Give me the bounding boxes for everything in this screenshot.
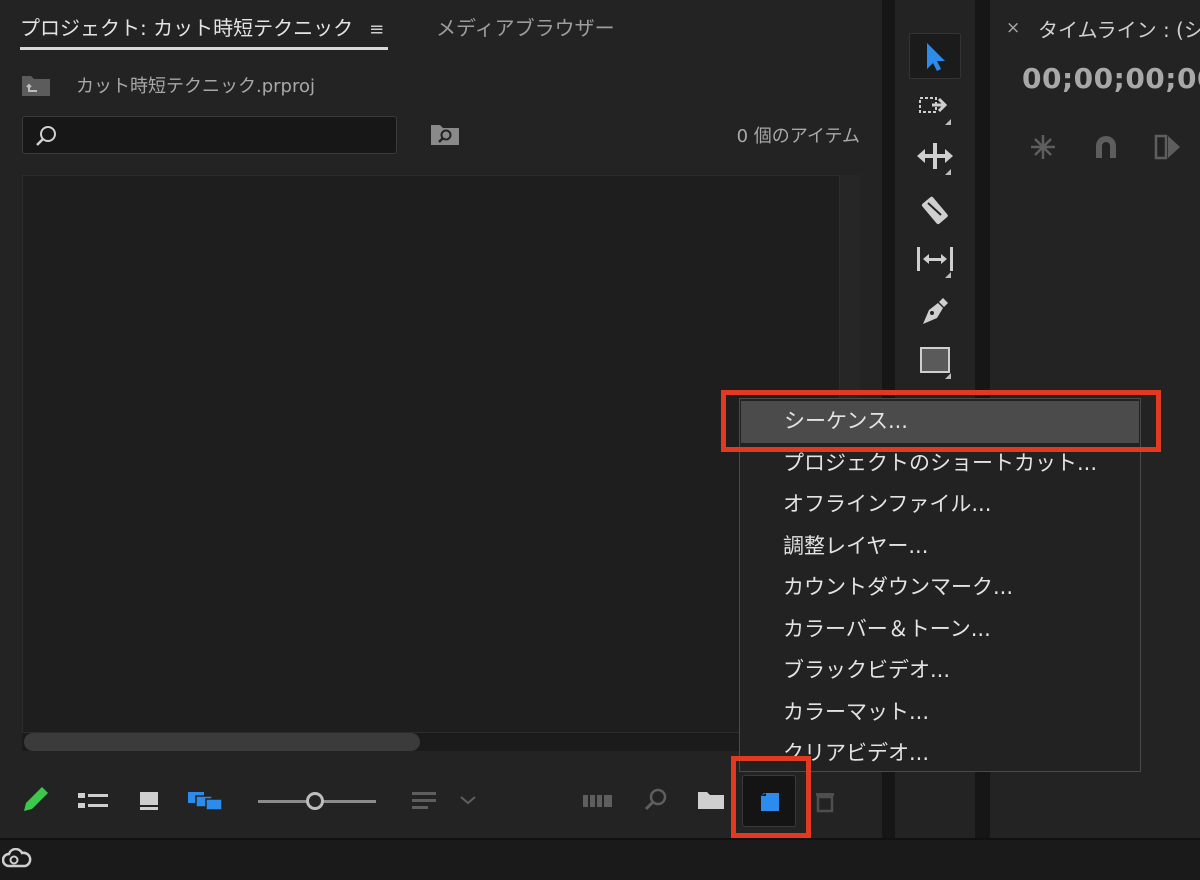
arrow-icon — [927, 43, 945, 71]
sort-icon[interactable] — [410, 784, 440, 816]
trash-icon[interactable] — [812, 784, 838, 816]
menu-item-black-video[interactable]: ブラックビデオ... — [740, 650, 1140, 692]
tab-project[interactable]: プロジェクト: カット時短テクニック ≡ — [20, 14, 389, 50]
horizontal-scrollbar[interactable] — [22, 733, 840, 751]
list-view-icon[interactable] — [76, 784, 110, 816]
icon-view-icon[interactable] — [136, 784, 164, 816]
freeform-view-icon[interactable] — [186, 784, 226, 816]
ripple-edit-tool[interactable] — [909, 133, 961, 179]
zoom-slider-handle[interactable] — [306, 792, 324, 810]
tool-more-indicator — [945, 373, 951, 379]
menu-item-adjustment-layer[interactable]: 調整レイヤー... — [740, 526, 1140, 568]
panel-menu-icon[interactable]: ≡ — [369, 16, 384, 44]
menu-item-offline-file[interactable]: オフラインファイル... — [740, 484, 1140, 526]
rectangle-icon — [920, 347, 950, 373]
bin-content-area[interactable] — [22, 175, 840, 733]
pen-tool[interactable] — [909, 288, 961, 334]
project-file-icon — [22, 76, 50, 96]
timeline-title[interactable]: タイムライン : (シ — [1038, 14, 1200, 43]
project-file-name: カット時短テクニック.prproj — [76, 76, 315, 97]
tab-media-browser[interactable]: メディアブラウザー — [436, 14, 615, 50]
annotation-highlight-sequence — [721, 390, 1161, 452]
find-icon[interactable] — [642, 784, 670, 816]
find-in-bin-icon[interactable] — [430, 122, 460, 146]
pen-icon — [923, 298, 948, 324]
menu-item-countdown-leader[interactable]: カウントダウンマーク... — [740, 567, 1140, 609]
slip-icon — [917, 247, 953, 271]
selection-tool[interactable] — [909, 33, 961, 79]
track-select-tool[interactable] — [909, 83, 961, 129]
automate-to-sequence-icon[interactable] — [582, 784, 614, 816]
pencil-icon[interactable] — [22, 784, 52, 816]
tab-project-label: プロジェクト: カット時短テクニック — [20, 16, 354, 40]
zoom-slider[interactable] — [258, 792, 376, 810]
status-bar — [0, 838, 1200, 880]
tool-more-indicator — [945, 119, 951, 125]
annotation-highlight-new-item — [731, 756, 811, 838]
tool-more-indicator — [945, 169, 951, 175]
chevron-down-icon[interactable] — [458, 784, 478, 816]
horizontal-scrollbar-thumb[interactable] — [24, 733, 420, 751]
new-bin-icon[interactable] — [696, 784, 726, 816]
search-icon — [36, 126, 56, 146]
project-file-row: カット時短テクニック.prproj — [20, 70, 315, 100]
menu-item-bars-and-tone[interactable]: カラーバー＆トーン... — [740, 609, 1140, 651]
slip-tool[interactable] — [909, 236, 961, 282]
timeline-close-button[interactable]: × — [1006, 18, 1020, 38]
linked-selection-icon[interactable] — [1152, 132, 1184, 162]
rectangle-tool[interactable] — [909, 337, 961, 383]
snap-magnet-icon[interactable] — [1092, 132, 1120, 162]
creative-cloud-icon[interactable] — [2, 848, 32, 872]
razor-tool[interactable] — [909, 186, 961, 232]
tool-more-indicator — [945, 272, 951, 278]
menu-item-color-matte[interactable]: カラーマット... — [740, 692, 1140, 734]
timecode-display[interactable]: 00;00;00;00 — [1022, 62, 1200, 95]
track-select-icon — [919, 97, 948, 113]
nest-sequence-icon[interactable] — [1028, 132, 1058, 162]
search-input[interactable] — [22, 116, 397, 154]
new-item-context-menu: シーケンス... プロジェクトのショートカット... オフラインファイル... … — [739, 398, 1141, 772]
razor-icon — [921, 196, 948, 225]
ripple-edit-icon — [917, 143, 953, 169]
item-count: 0 個のアイテム — [736, 126, 860, 147]
